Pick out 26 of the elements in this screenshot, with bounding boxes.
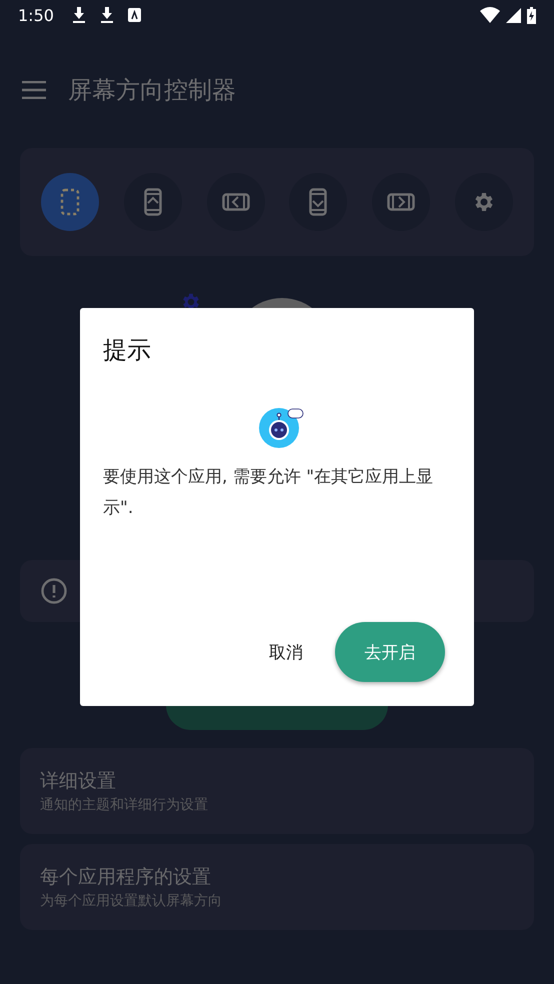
download-icon — [72, 7, 86, 23]
alert-icon — [41, 578, 67, 604]
phone-left-icon — [222, 193, 250, 211]
battery-icon — [527, 6, 536, 24]
app-title: 屏幕方向控制器 — [68, 75, 236, 106]
signal-icon — [506, 8, 521, 22]
dialog-title: 提示 — [103, 335, 152, 366]
settings-card[interactable]: 每个应用程序的设置 为每个应用设置默认屏幕方向 — [20, 844, 534, 930]
app-notification-icon — [128, 8, 141, 22]
settings-subtitle: 通知的主题和详细行为设置 — [40, 796, 209, 814]
dialog-message: 要使用这个应用, 需要允许 "在其它应用上显示". — [103, 466, 434, 520]
status-time: 1:50 — [18, 6, 54, 24]
robot-icon — [258, 406, 304, 448]
phone-right-icon — [387, 193, 416, 211]
download-icon — [100, 7, 114, 23]
settings-title: 详细设置 — [40, 769, 117, 794]
auto-rotate-icon — [60, 188, 80, 216]
phone-up-icon — [144, 188, 162, 216]
cancel-button[interactable]: 取消 — [251, 630, 321, 674]
settings-title: 每个应用程序的设置 — [40, 865, 212, 890]
wifi-icon — [480, 7, 500, 23]
confirm-button[interactable]: 去开启 — [335, 622, 445, 682]
settings-subtitle: 为每个应用设置默认屏幕方向 — [40, 892, 223, 910]
settings-card[interactable]: 详细设置 通知的主题和详细行为设置 — [20, 748, 534, 834]
menu-icon[interactable] — [22, 81, 46, 99]
phone-down-icon — [309, 188, 328, 216]
